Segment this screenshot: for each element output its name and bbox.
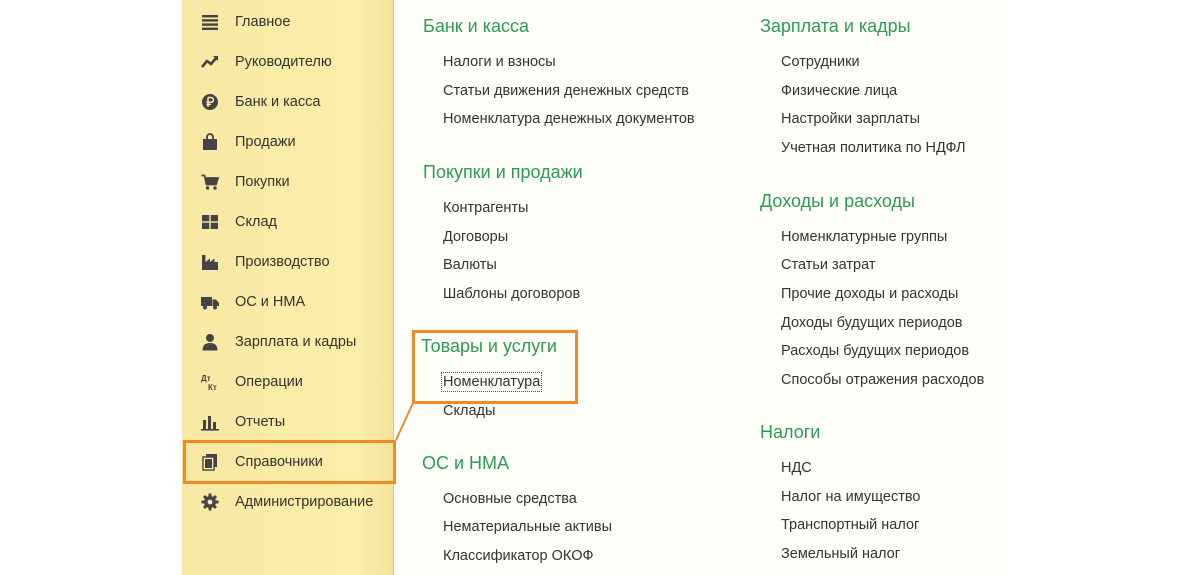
section-title-salary: Зарплата и кадры (760, 16, 911, 36)
link-cost-items[interactable]: Статьи затрат (781, 257, 876, 273)
sidebar-item-label: Справочники (235, 454, 323, 470)
cart-icon (201, 173, 219, 191)
sidebar: Главное Руководителю Банк и касса Продаж… (182, 0, 394, 575)
link-nomenclature-groups[interactable]: Номенклатурные группы (781, 229, 947, 245)
section-title-income-expenses: Доходы и расходы (760, 191, 915, 211)
sidebar-item-label: Администрирование (235, 494, 374, 510)
sidebar-item-operations[interactable]: Дт Кт Операции (182, 362, 393, 402)
warehouse-grid-icon (201, 213, 219, 231)
link-contracts[interactable]: Договоры (443, 229, 508, 245)
sidebar-item-reports[interactable]: Отчеты (182, 402, 393, 442)
sidebar-item-label: Производство (235, 254, 330, 270)
sidebar-item-references[interactable]: Справочники (182, 442, 393, 482)
link-deferred-income[interactable]: Доходы будущих периодов (781, 315, 962, 331)
sidebar-item-label: Склад (235, 214, 277, 230)
sidebar-item-label: Покупки (235, 174, 290, 190)
link-individuals[interactable]: Физические лица (781, 83, 897, 99)
link-deferred-expenses[interactable]: Расходы будущих периодов (781, 343, 969, 359)
link-land-tax[interactable]: Земельный налог (781, 546, 900, 562)
link-cash-flow-items[interactable]: Статьи движения денежных средств (443, 83, 689, 99)
sidebar-item-label: Операции (235, 374, 303, 390)
sidebar-item-label: Главное (235, 14, 291, 30)
section-title-fixed-assets: ОС и НМА (422, 453, 510, 473)
sidebar-item-label: Отчеты (235, 414, 286, 430)
gear-icon (201, 493, 219, 511)
sidebar-item-salary[interactable]: Зарплата и кадры (182, 322, 393, 362)
svg-text:Кт: Кт (208, 383, 217, 391)
link-other-income-expenses[interactable]: Прочие доходы и расходы (781, 286, 958, 302)
svg-text:Дт: Дт (201, 374, 211, 383)
menu-lines-icon (201, 13, 219, 31)
link-expense-reflection-methods[interactable]: Способы отражения расходов (781, 372, 984, 388)
ruble-icon (201, 93, 219, 111)
section-title-purchases-sales: Покупки и продажи (423, 162, 583, 182)
link-money-documents[interactable]: Номенклатура денежных документов (443, 111, 695, 127)
sidebar-item-production[interactable]: Производство (182, 242, 393, 282)
section-title-taxes: Налоги (760, 422, 821, 442)
sidebar-item-admin[interactable]: Администрирование (182, 482, 393, 522)
link-currencies[interactable]: Валюты (443, 257, 497, 273)
section-title-bank: Банк и касса (423, 16, 529, 36)
bar-chart-icon (201, 413, 219, 431)
link-okof-classifier[interactable]: Классификатор ОКОФ (443, 548, 594, 564)
link-warehouses[interactable]: Склады (443, 403, 495, 419)
sidebar-item-sales[interactable]: Продажи (182, 122, 393, 162)
books-icon (201, 453, 219, 471)
link-taxes-contributions[interactable]: Налоги и взносы (443, 54, 556, 70)
link-counterparties[interactable]: Контрагенты (443, 200, 528, 216)
sidebar-item-label: Руководителю (235, 54, 332, 70)
sidebar-item-label: Продажи (235, 134, 296, 150)
link-transport-tax[interactable]: Транспортный налог (781, 517, 919, 533)
sidebar-item-main[interactable]: Главное (182, 2, 393, 42)
sidebar-item-purchases[interactable]: Покупки (182, 162, 393, 202)
factory-icon (201, 253, 219, 271)
section-title-goods-services: Товары и услуги (421, 336, 557, 356)
link-vat[interactable]: НДС (781, 460, 812, 476)
link-property-tax[interactable]: Налог на имущество (781, 489, 920, 505)
sidebar-item-bank[interactable]: Банк и касса (182, 82, 393, 122)
sidebar-item-warehouse[interactable]: Склад (182, 202, 393, 242)
link-employees[interactable]: Сотрудники (781, 54, 860, 70)
link-fixed-assets[interactable]: Основные средства (443, 491, 577, 507)
sidebar-item-label: Банк и касса (235, 94, 321, 110)
link-contract-templates[interactable]: Шаблоны договоров (443, 286, 580, 302)
sidebar-item-assets[interactable]: ОС и НМА (182, 282, 393, 322)
sidebar-item-label: ОС и НМА (235, 294, 306, 310)
link-nomenclature[interactable]: Номенклатура (440, 372, 543, 392)
trend-icon (201, 53, 219, 71)
link-salary-settings[interactable]: Настройки зарплаты (781, 111, 920, 127)
sidebar-item-label: Зарплата и кадры (235, 334, 357, 350)
link-ndfl-policy[interactable]: Учетная политика по НДФЛ (781, 140, 966, 156)
truck-icon (201, 293, 219, 311)
dt-kt-icon: Дт Кт (201, 373, 219, 391)
bag-icon (201, 133, 219, 151)
link-intangible-assets[interactable]: Нематериальные активы (443, 519, 612, 535)
person-icon (201, 333, 219, 351)
sidebar-item-manager[interactable]: Руководителю (182, 42, 393, 82)
